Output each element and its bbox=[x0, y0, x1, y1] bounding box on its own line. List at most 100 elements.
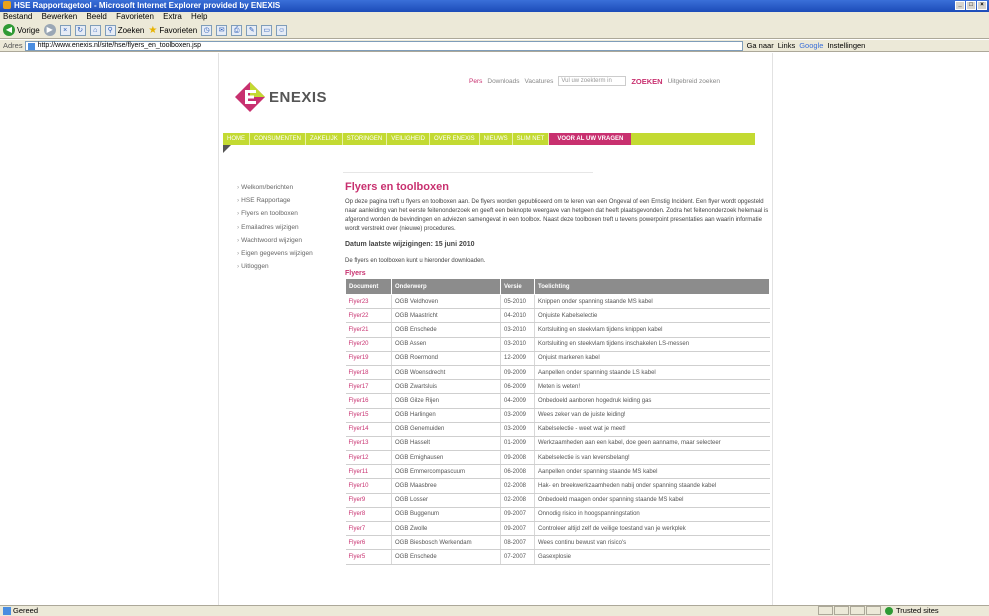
table-row: Flyer7 OGB Zwolle 09-2007 Controleer altijd… bbox=[345, 521, 770, 537]
enexis-logo[interactable]: ENEXIS bbox=[234, 81, 327, 113]
arrow-right-icon: › bbox=[237, 184, 240, 191]
sidebar-item-emailadres[interactable]: › Emailadres wijzigen bbox=[237, 221, 347, 234]
history-icon[interactable]: ◷ bbox=[201, 24, 213, 36]
site-search-button[interactable]: ZOEKEN bbox=[631, 77, 662, 86]
sidebar-item-flyers[interactable]: › Flyers en toolboxen bbox=[237, 207, 347, 220]
status-panel bbox=[834, 606, 849, 615]
cell-document-link[interactable]: Flyer22 bbox=[345, 308, 392, 324]
refresh-icon[interactable]: ↻ bbox=[74, 24, 86, 36]
topnav-pers[interactable]: Pers bbox=[469, 78, 482, 85]
sidebar-item-welkom[interactable]: › Welkom/berichten bbox=[237, 181, 347, 194]
sidebar-item-eigen-gegevens[interactable]: › Eigen gegevens wijzigen bbox=[237, 247, 347, 260]
table-row: Flyer14 OGB Genemuiden 03-2009 Kabelselecti… bbox=[345, 422, 770, 437]
cell-document-link[interactable]: Flyer23 bbox=[345, 294, 392, 310]
security-zone[interactable]: Trusted sites bbox=[885, 606, 939, 616]
sidebar-item-wachtwoord[interactable]: › Wachtwoord wijzigen bbox=[237, 234, 347, 247]
menu-help[interactable]: Help bbox=[191, 12, 207, 21]
cell-document-link[interactable]: Flyer17 bbox=[345, 379, 392, 395]
home-icon[interactable]: ⌂ bbox=[89, 24, 101, 36]
links-button[interactable]: Links bbox=[778, 41, 796, 50]
sidebar-item-hse-rapportage[interactable]: › HSE Rapportage bbox=[237, 194, 347, 207]
address-input[interactable]: http://www.enexis.nl/site/hse/flyers_en_… bbox=[24, 40, 743, 51]
google-toolbar[interactable]: Google bbox=[799, 41, 823, 50]
nav-home[interactable]: HOME bbox=[223, 133, 250, 145]
cell-toelichting: Kabelselectie - weet wat je meet! bbox=[534, 422, 770, 437]
cell-onderwerp: OGB Harlingen bbox=[391, 408, 501, 423]
cell-document-link[interactable]: Flyer21 bbox=[345, 322, 392, 338]
cell-document-link[interactable]: Flyer12 bbox=[345, 450, 392, 466]
nav-nieuws[interactable]: NIEUWS bbox=[480, 133, 513, 145]
address-label: Adres bbox=[3, 41, 23, 50]
cell-document-link[interactable]: Flyer15 bbox=[345, 408, 392, 423]
topnav-vacatures[interactable]: Vacatures bbox=[525, 78, 554, 85]
table-row: Flyer9 OGB Losser 02-2008 Onbedoeld maagen … bbox=[345, 493, 770, 508]
table-row: Flyer19 OGB Roermond 12-2009 Onjuist marker… bbox=[345, 351, 770, 366]
nav-slim-net[interactable]: SLIM NET bbox=[513, 133, 550, 145]
nav-voor-al-uw-vragen[interactable]: VOOR AL UW VRAGEN bbox=[549, 133, 632, 145]
cell-document-link[interactable]: Flyer14 bbox=[345, 422, 392, 437]
trusted-zone-icon bbox=[885, 607, 893, 615]
cell-document-link[interactable]: Flyer8 bbox=[345, 507, 392, 523]
stop-icon[interactable]: × bbox=[59, 24, 71, 36]
close-icon[interactable]: × bbox=[977, 1, 987, 10]
advanced-search-link[interactable]: Uitgebreid zoeken bbox=[668, 78, 720, 85]
table-row: Flyer21 OGB Enschede 03-2010 Kortsluiting e… bbox=[345, 322, 770, 338]
cell-versie: 08-2007 bbox=[500, 535, 535, 551]
nav-over-enexis[interactable]: OVER ENEXIS bbox=[430, 133, 480, 145]
cell-document-link[interactable]: Flyer11 bbox=[345, 464, 392, 480]
cell-toelichting: Onjuist markeren kabel bbox=[534, 351, 770, 366]
content-divider bbox=[343, 172, 593, 173]
nav-storingen[interactable]: STORINGEN bbox=[343, 133, 388, 145]
settings-button[interactable]: Instellingen bbox=[827, 41, 865, 50]
minimize-icon[interactable]: _ bbox=[955, 1, 965, 10]
nav-zakelijk[interactable]: ZAKELIJK bbox=[306, 133, 343, 145]
search-button[interactable]: ⚲ Zoeken bbox=[104, 24, 144, 36]
cell-onderwerp: OGB Losser bbox=[391, 493, 501, 508]
folder-icon[interactable]: ▭ bbox=[261, 24, 273, 36]
status-panels bbox=[818, 606, 881, 616]
cell-document-link[interactable]: Flyer18 bbox=[345, 365, 392, 381]
site-search-input[interactable]: Vul uw zoekterm in bbox=[558, 76, 627, 86]
cell-onderwerp: OGB Hasselt bbox=[391, 436, 501, 452]
cell-document-link[interactable]: Flyer6 bbox=[345, 535, 392, 551]
flyers-table-body: Flyer23 OGB Veldhoven 05-2010 Knippen onder… bbox=[345, 294, 770, 565]
maximize-icon[interactable]: □ bbox=[966, 1, 976, 10]
cell-toelichting: Knippen onder spanning staande MS kabel bbox=[534, 294, 770, 310]
print-icon[interactable]: ⎙ bbox=[231, 24, 243, 36]
cell-document-link[interactable]: Flyer20 bbox=[345, 337, 392, 352]
sidebar-item-uitloggen[interactable]: › Uitloggen bbox=[237, 260, 347, 273]
browser-content: ENEXIS Pers Downloads Vacatures Vul uw z… bbox=[0, 53, 989, 605]
table-row: Flyer22 OGB Maastricht 04-2010 Onjuiste Kab… bbox=[345, 308, 770, 324]
menu-beeld[interactable]: Beeld bbox=[86, 12, 106, 21]
menu-bestand[interactable]: Bestand bbox=[3, 12, 32, 21]
menu-favorieten[interactable]: Favorieten bbox=[116, 12, 154, 21]
mail-icon[interactable]: ✉ bbox=[216, 24, 228, 36]
cell-versie: 05-2010 bbox=[500, 294, 535, 310]
cell-document-link[interactable]: Flyer7 bbox=[345, 521, 392, 537]
cell-toelichting: Onbedoeld maagen onder spanning staande … bbox=[534, 493, 770, 508]
cell-document-link[interactable]: Flyer10 bbox=[345, 478, 392, 494]
nav-veiligheid[interactable]: VEILIGHEID bbox=[387, 133, 430, 145]
cell-document-link[interactable]: Flyer16 bbox=[345, 393, 392, 409]
cell-document-link[interactable]: Flyer5 bbox=[345, 549, 392, 565]
cell-toelichting: Onjuiste Kabelselectie bbox=[534, 308, 770, 324]
cell-document-link[interactable]: Flyer19 bbox=[345, 351, 392, 366]
cell-onderwerp: OGB Veldhoven bbox=[391, 294, 501, 310]
messenger-icon[interactable]: ☺ bbox=[276, 24, 288, 36]
cell-toelichting: Hak- en breekwerkzaamheden nabij onder s… bbox=[534, 478, 770, 494]
menu-extra[interactable]: Extra bbox=[163, 12, 182, 21]
go-button[interactable]: Ga naar bbox=[747, 41, 774, 50]
menu-bewerken[interactable]: Bewerken bbox=[42, 12, 78, 21]
intro-text: Op deze pagina treft u flyers en toolbox… bbox=[345, 199, 769, 232]
cell-document-link[interactable]: Flyer9 bbox=[345, 493, 392, 508]
table-row: Flyer6 OGB Biesbosch Werkendam 08-2007 Wees… bbox=[345, 535, 770, 551]
topnav-downloads[interactable]: Downloads bbox=[487, 78, 519, 85]
table-row: Flyer15 OGB Harlingen 03-2009 Wees zeker va… bbox=[345, 408, 770, 423]
edit-icon[interactable]: ✎ bbox=[246, 24, 258, 36]
cell-document-link[interactable]: Flyer13 bbox=[345, 436, 392, 452]
favorites-button[interactable]: ★ Favorieten bbox=[148, 25, 197, 36]
cell-onderwerp: OGB Zwolle bbox=[391, 521, 501, 537]
forward-arrow-icon[interactable]: ▶ bbox=[43, 24, 56, 36]
nav-consumenten[interactable]: CONSUMENTEN bbox=[250, 133, 307, 145]
back-button[interactable]: ◀ Vorige bbox=[3, 24, 40, 36]
